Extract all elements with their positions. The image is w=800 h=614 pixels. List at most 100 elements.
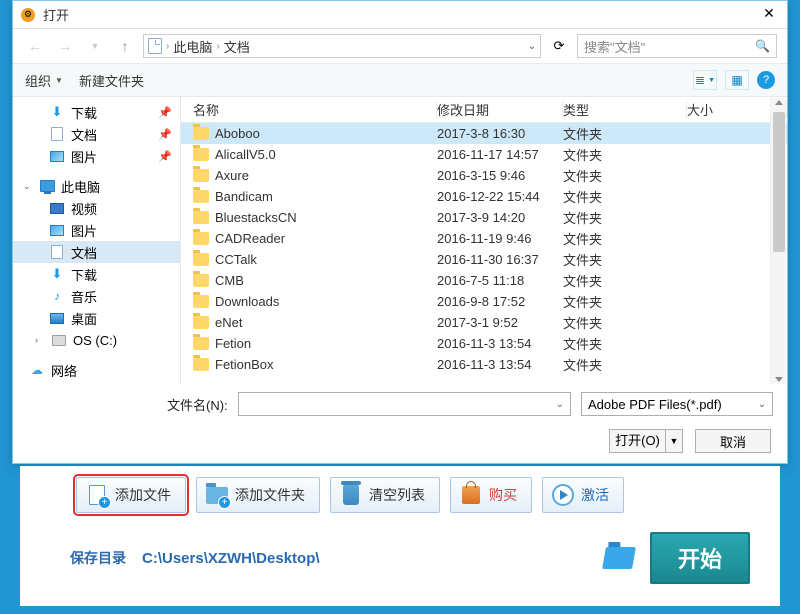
chevron-down-icon[interactable]: ⌄ bbox=[556, 399, 564, 410]
back-icon[interactable]: ← bbox=[23, 34, 47, 58]
file-row[interactable]: BluestacksCN2017-3-9 14:20文件夹 bbox=[181, 207, 787, 228]
activate-button[interactable]: 激活 bbox=[542, 477, 624, 513]
chevron-down-icon: ▼ bbox=[55, 76, 63, 85]
scroll-thumb[interactable] bbox=[773, 112, 785, 252]
refresh-icon[interactable]: ⟳ bbox=[547, 34, 571, 58]
save-dir-label: 保存目录 bbox=[70, 548, 126, 568]
start-button[interactable]: 开始 bbox=[650, 532, 750, 584]
col-name[interactable]: 名称 bbox=[181, 100, 437, 119]
add-folder-button[interactable]: + 添加文件夹 bbox=[196, 477, 320, 513]
sidebar-item[interactable]: ›OS (C:) bbox=[13, 329, 180, 351]
col-date[interactable]: 修改日期 bbox=[437, 100, 563, 119]
folder-open-icon[interactable] bbox=[602, 547, 636, 569]
file-row[interactable]: eNet2017-3-1 9:52文件夹 bbox=[181, 312, 787, 333]
open-dialog: ⚙ 打开 ✕ ← → ▼ ↑ › 此电脑 › 文档 ⌄ ⟳ 搜索"文档" 🔍 组… bbox=[12, 0, 788, 464]
filename-label: 文件名(N): bbox=[167, 395, 228, 414]
sidebar-item[interactable]: ♪音乐 bbox=[13, 285, 180, 307]
pin-icon: 📌 bbox=[158, 150, 172, 163]
file-row[interactable]: CCTalk2016-11-30 16:37文件夹 bbox=[181, 249, 787, 270]
folder-icon bbox=[193, 232, 209, 245]
scrollbar-vertical[interactable] bbox=[770, 98, 786, 384]
filename-input[interactable]: ⌄ bbox=[238, 392, 571, 416]
pc-icon bbox=[40, 180, 55, 192]
app-toolbar: + 添加文件 + 添加文件夹 清空列表 购买 激活 bbox=[40, 474, 760, 516]
titlebar: ⚙ 打开 ✕ bbox=[13, 1, 787, 29]
network-icon: ☁ bbox=[29, 363, 45, 377]
folder-icon bbox=[193, 148, 209, 161]
breadcrumb-root[interactable]: 此电脑 bbox=[173, 37, 212, 56]
file-row[interactable]: CMB2016-7-5 11:18文件夹 bbox=[181, 270, 787, 291]
forward-icon[interactable]: → bbox=[53, 34, 77, 58]
folder-icon bbox=[193, 169, 209, 182]
open-button[interactable]: 打开(O) ▼ bbox=[609, 429, 683, 453]
folder-icon bbox=[193, 295, 209, 308]
view-grid-icon[interactable]: ▦ bbox=[725, 70, 749, 90]
plus-icon: + bbox=[98, 496, 111, 509]
chevron-right-icon: › bbox=[216, 41, 219, 52]
file-row[interactable]: CADReader2016-11-19 9:46文件夹 bbox=[181, 228, 787, 249]
sidebar-item[interactable]: 桌面 bbox=[13, 307, 180, 329]
file-row[interactable]: Downloads2016-9-8 17:52文件夹 bbox=[181, 291, 787, 312]
help-icon[interactable]: ? bbox=[757, 71, 775, 89]
sidebar-item[interactable]: 图片📌 bbox=[13, 145, 180, 167]
file-row[interactable]: AlicallV5.02016-11-17 14:57文件夹 bbox=[181, 144, 787, 165]
folder-icon bbox=[193, 316, 209, 329]
chevron-down-icon: ⌄ bbox=[758, 399, 766, 410]
sidebar-this-pc[interactable]: ⌄ 此电脑 bbox=[13, 175, 180, 197]
pin-icon: 📌 bbox=[158, 106, 172, 119]
file-list-header: 名称 修改日期 类型 大小 bbox=[181, 97, 787, 123]
file-list: 名称 修改日期 类型 大小 Aboboo2017-3-8 16:30文件夹Ali… bbox=[181, 97, 787, 385]
up-icon[interactable]: ↑ bbox=[113, 34, 137, 58]
gear-icon: ⚙ bbox=[21, 8, 35, 22]
file-row[interactable]: FetionBox2016-11-3 13:54文件夹 bbox=[181, 354, 787, 375]
save-path-row: 保存目录 C:\Users\XZWH\Desktop\ 开始 bbox=[40, 516, 760, 594]
filename-row: 文件名(N): ⌄ Adobe PDF Files(*.pdf) ⌄ bbox=[13, 385, 787, 423]
organize-menu[interactable]: 组织 ▼ bbox=[25, 71, 63, 90]
nav-bar: ← → ▼ ↑ › 此电脑 › 文档 ⌄ ⟳ 搜索"文档" 🔍 bbox=[13, 29, 787, 63]
chevron-down-icon[interactable]: ▼ bbox=[83, 34, 107, 58]
file-row[interactable]: Aboboo2017-3-8 16:30文件夹 bbox=[181, 123, 787, 144]
col-type[interactable]: 类型 bbox=[563, 100, 687, 119]
clear-list-button[interactable]: 清空列表 bbox=[330, 477, 440, 513]
toolbar: 组织 ▼ 新建文件夹 ≣ ▼ ▦ ? bbox=[13, 63, 787, 97]
cancel-button[interactable]: 取消 bbox=[695, 429, 771, 453]
folder-icon bbox=[193, 337, 209, 350]
folder-icon bbox=[193, 358, 209, 371]
folder-icon bbox=[193, 211, 209, 224]
expander-icon[interactable]: ⌄ bbox=[23, 181, 33, 192]
chevron-down-icon[interactable]: ⌄ bbox=[528, 41, 536, 52]
file-row[interactable]: Axure2016-3-15 9:46文件夹 bbox=[181, 165, 787, 186]
search-placeholder: 搜索"文档" bbox=[584, 37, 645, 56]
folder-icon bbox=[193, 127, 209, 140]
pin-icon: 📌 bbox=[158, 128, 172, 141]
sidebar-item[interactable]: 视频 bbox=[13, 197, 180, 219]
folder-icon bbox=[193, 190, 209, 203]
sidebar-item[interactable]: 图片 bbox=[13, 219, 180, 241]
folder-icon bbox=[193, 274, 209, 287]
file-row[interactable]: Bandicam2016-12-22 15:44文件夹 bbox=[181, 186, 787, 207]
chevron-right-icon: › bbox=[166, 41, 169, 52]
breadcrumb-current[interactable]: 文档 bbox=[224, 37, 250, 56]
view-list-icon[interactable]: ≣ ▼ bbox=[693, 70, 717, 90]
bag-icon bbox=[462, 486, 480, 504]
sidebar-item[interactable]: ⬇下载📌 bbox=[13, 101, 180, 123]
sidebar-item[interactable]: ⬇下载 bbox=[13, 263, 180, 285]
buy-button[interactable]: 购买 bbox=[450, 477, 532, 513]
expander-icon[interactable]: › bbox=[35, 335, 45, 345]
save-dir-value: C:\Users\XZWH\Desktop\ bbox=[142, 550, 588, 567]
add-file-button[interactable]: + 添加文件 bbox=[76, 477, 186, 513]
new-folder-button[interactable]: 新建文件夹 bbox=[79, 71, 144, 90]
file-row[interactable]: Fetion2016-11-3 13:54文件夹 bbox=[181, 333, 787, 354]
close-icon[interactable]: ✕ bbox=[759, 5, 779, 25]
plus-icon: + bbox=[218, 496, 231, 509]
breadcrumb[interactable]: › 此电脑 › 文档 ⌄ bbox=[143, 34, 541, 58]
filter-select[interactable]: Adobe PDF Files(*.pdf) ⌄ bbox=[581, 392, 773, 416]
sidebar-item[interactable]: 文档 bbox=[13, 241, 180, 263]
dialog-title: 打开 bbox=[43, 5, 759, 24]
search-input[interactable]: 搜索"文档" 🔍 bbox=[577, 34, 777, 58]
sidebar-network[interactable]: ☁ 网络 bbox=[13, 359, 180, 381]
app-panel: + 添加文件 + 添加文件夹 清空列表 购买 激活 保存目录 C:\Users\… bbox=[20, 466, 780, 606]
sidebar-item[interactable]: 文档📌 bbox=[13, 123, 180, 145]
trash-icon bbox=[343, 485, 359, 505]
chevron-down-icon[interactable]: ▼ bbox=[666, 436, 682, 446]
